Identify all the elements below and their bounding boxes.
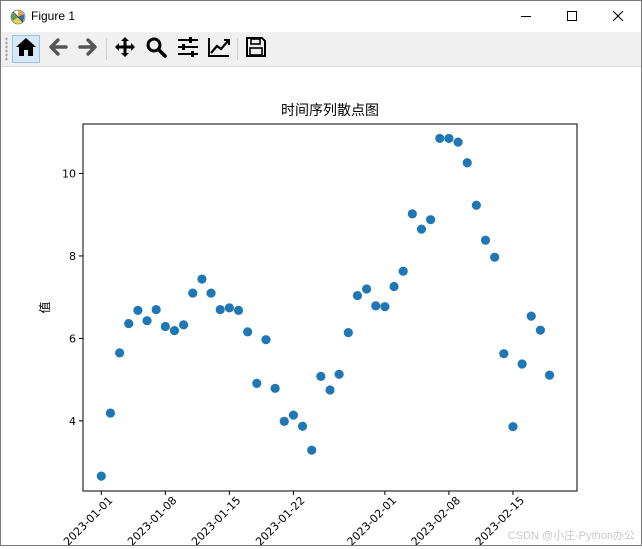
zoom-button[interactable] bbox=[142, 35, 170, 63]
scatter-point bbox=[224, 303, 234, 313]
scatter-point bbox=[96, 471, 106, 481]
scatter-point bbox=[453, 137, 463, 147]
x-tick-label: 2023-01-01 bbox=[61, 494, 115, 545]
scatter-point bbox=[389, 281, 399, 292]
scatter-point bbox=[179, 320, 189, 330]
scatter-point bbox=[105, 408, 116, 418]
arrow-right-icon bbox=[77, 36, 99, 62]
scatter-point bbox=[233, 305, 244, 315]
y-tick-label: 8 bbox=[69, 250, 76, 263]
scatter-point bbox=[343, 328, 353, 338]
scatter-point bbox=[307, 445, 317, 455]
scatter-point bbox=[490, 252, 500, 262]
scatter-point bbox=[279, 416, 289, 426]
toolbar-separator bbox=[106, 38, 107, 60]
toolbar-grip[interactable] bbox=[5, 37, 8, 61]
scatter-point bbox=[499, 349, 509, 359]
scatter-point bbox=[169, 325, 180, 336]
scatter-point bbox=[334, 369, 344, 379]
x-tick-label: 2023-01-22 bbox=[253, 494, 307, 545]
scatter-point bbox=[361, 284, 372, 294]
scatter-point bbox=[535, 325, 546, 335]
y-tick-label: 10 bbox=[62, 167, 76, 180]
scatter-point bbox=[325, 385, 335, 395]
scatter-point bbox=[398, 266, 408, 276]
scatter-point bbox=[215, 304, 225, 315]
toolbar-separator bbox=[237, 38, 238, 60]
scatter-point bbox=[352, 290, 363, 301]
home-button[interactable] bbox=[12, 35, 40, 63]
close-icon bbox=[612, 7, 624, 26]
scatter-point bbox=[508, 422, 518, 432]
matplotlib-icon bbox=[10, 9, 26, 25]
scatter-point bbox=[371, 301, 381, 311]
sliders-icon bbox=[177, 36, 199, 62]
scatter-point bbox=[297, 421, 308, 431]
scatter-point bbox=[133, 305, 143, 315]
scatter-point bbox=[124, 318, 134, 329]
y-tick-label: 4 bbox=[69, 415, 76, 428]
save-button[interactable] bbox=[242, 35, 270, 63]
scatter-point bbox=[471, 200, 481, 210]
edit-axis-button[interactable] bbox=[205, 35, 233, 63]
close-button[interactable] bbox=[595, 1, 641, 32]
floppy-icon bbox=[245, 36, 267, 62]
chart-title: 时间序列散点图 bbox=[281, 103, 379, 119]
scatter-point bbox=[114, 348, 125, 358]
maximize-icon bbox=[566, 7, 578, 26]
maximize-button[interactable] bbox=[549, 1, 595, 32]
minimize-icon bbox=[520, 7, 532, 26]
scatter-point bbox=[480, 235, 491, 245]
scatter-point bbox=[380, 302, 390, 312]
arrow-left-icon bbox=[47, 36, 69, 62]
figure-window: Figure 1 时间序列散点图 值 4 6 8 10 2023-01-01 2… bbox=[0, 0, 642, 548]
scatter-point bbox=[444, 133, 454, 144]
scatter-point bbox=[435, 133, 445, 144]
watermark: CSDN @小庄-Python办公 bbox=[507, 530, 635, 542]
scatter-point bbox=[462, 158, 472, 168]
scatter-point bbox=[416, 224, 427, 234]
scatter-point bbox=[407, 209, 417, 219]
window-title: Figure 1 bbox=[31, 9, 76, 23]
x-tick-label: 2023-01-15 bbox=[189, 494, 243, 545]
scatter-point bbox=[188, 288, 198, 298]
scatter-point bbox=[206, 288, 216, 298]
y-tick-label: 6 bbox=[69, 332, 76, 345]
scatter-point bbox=[426, 215, 436, 225]
y-axis-label: 值 bbox=[37, 301, 52, 313]
scatter-point bbox=[142, 316, 152, 326]
scatter-point bbox=[517, 359, 527, 369]
home-icon bbox=[15, 36, 37, 62]
scatter-point bbox=[288, 410, 299, 420]
back-button[interactable] bbox=[44, 35, 72, 63]
pan-button[interactable] bbox=[111, 35, 139, 63]
minimize-button[interactable] bbox=[503, 1, 549, 32]
x-tick-label: 2023-02-01 bbox=[345, 494, 399, 545]
navigation-toolbar bbox=[1, 32, 641, 67]
scatter-point bbox=[197, 274, 207, 284]
figure-canvas[interactable]: 时间序列散点图值 4 6 8 10 2023-01-01 2023-01-08 2023-01… bbox=[1, 67, 641, 548]
scatter-chart: 时间序列散点图值468102023-01-01 2023-01-08 2023-01… bbox=[37, 103, 578, 548]
scatter-point bbox=[243, 327, 253, 337]
scatter-point bbox=[252, 378, 262, 388]
subplots-button[interactable] bbox=[174, 35, 202, 63]
scatter-point bbox=[151, 304, 161, 315]
scatter-point bbox=[261, 335, 271, 345]
forward-button[interactable] bbox=[74, 35, 102, 63]
zoom-icon bbox=[145, 36, 167, 62]
scatter-point bbox=[526, 311, 536, 321]
scatter-point bbox=[316, 371, 326, 381]
line-chart-icon bbox=[207, 36, 231, 62]
title-bar[interactable]: Figure 1 bbox=[1, 1, 641, 32]
scatter-point bbox=[160, 321, 170, 332]
scatter-point bbox=[544, 370, 555, 380]
x-tick-label: 2023-02-08 bbox=[409, 494, 463, 545]
x-tick-label: 2023-01-08 bbox=[125, 494, 179, 545]
scatter-point bbox=[270, 383, 280, 393]
move-icon bbox=[114, 36, 136, 62]
